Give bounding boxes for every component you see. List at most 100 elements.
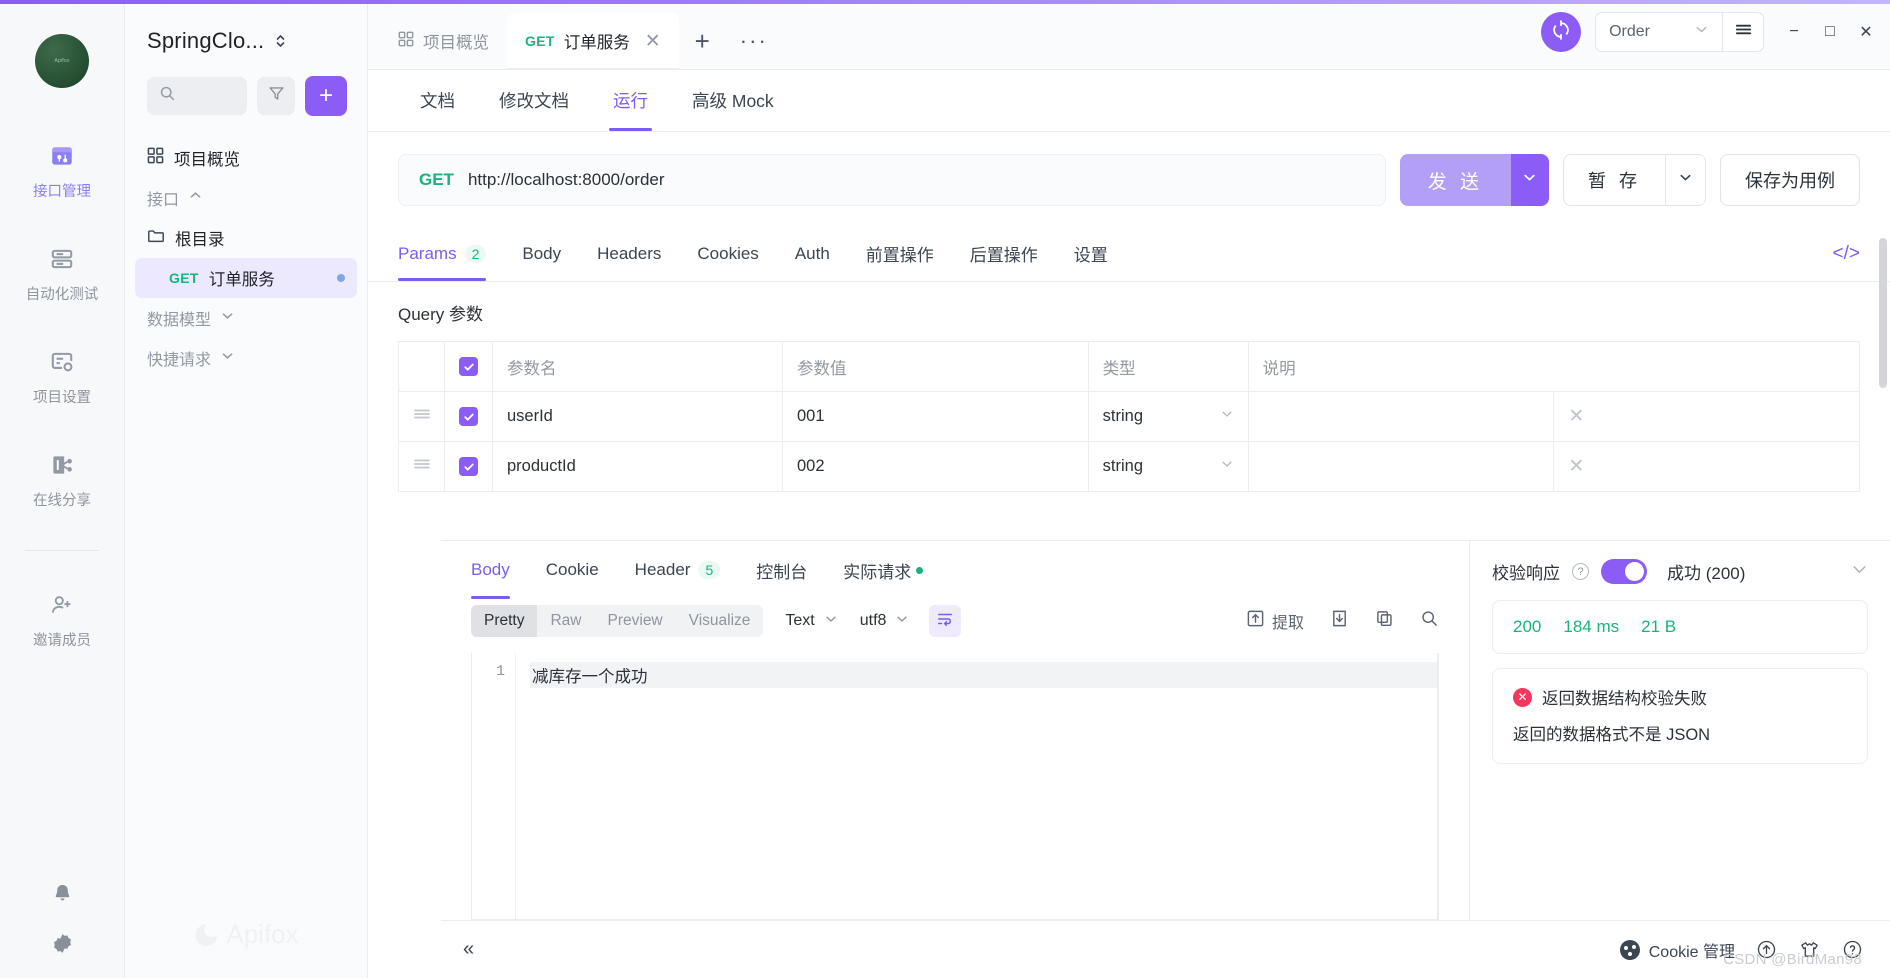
tab-response-cookie[interactable]: Cookie (528, 541, 617, 599)
sidebar-search-row: + (125, 54, 367, 116)
tab-pre-operation[interactable]: 前置操作 (848, 226, 952, 281)
chevron-down-icon (895, 612, 909, 631)
sidebar-item-label: 项目设置 (33, 390, 91, 406)
tab-response-header[interactable]: Header 5 (617, 541, 739, 599)
tab-doc[interactable]: 文档 (398, 70, 477, 131)
sidebar-item-automation-test[interactable]: 自动化测试 (0, 235, 124, 313)
drag-handle-icon[interactable] (413, 458, 431, 475)
environment-menu-button[interactable] (1723, 20, 1763, 44)
vertical-scrollbar[interactable] (1879, 238, 1887, 388)
format-raw[interactable]: Raw (537, 605, 594, 637)
param-desc-input[interactable] (1247, 391, 1555, 442)
table-row: userId 001 string ✕ (398, 391, 1860, 442)
sidebar-item-api-manage[interactable]: 接口管理 (0, 132, 124, 210)
search-button[interactable] (1420, 609, 1439, 633)
gear-icon[interactable] (51, 932, 74, 960)
tab-cookies[interactable]: Cookies (679, 226, 776, 281)
tab-project-overview[interactable]: 项目概览 (380, 13, 507, 69)
download-button[interactable] (1330, 609, 1349, 633)
search-input[interactable] (147, 77, 247, 115)
verify-response-toggle[interactable] (1601, 559, 1647, 584)
workspace-avatar[interactable]: Apifox (35, 34, 89, 88)
delete-row-icon[interactable]: ✕ (1568, 406, 1584, 427)
tree-group-data-models[interactable]: 数据模型 (135, 298, 357, 338)
response-body-editor[interactable]: 1 减库存一个成功 (471, 653, 1439, 920)
chevron-down-icon (1694, 22, 1709, 42)
tab-post-operation[interactable]: 后置操作 (952, 226, 1056, 281)
param-type-select[interactable]: string (1087, 391, 1249, 442)
editor-minimap-divider (1437, 653, 1438, 919)
extract-button[interactable]: 提取 (1246, 609, 1304, 633)
response-size: 21 B (1641, 617, 1677, 636)
drag-handle-icon[interactable] (413, 408, 431, 425)
maximize-button[interactable]: □ (1820, 22, 1840, 42)
tree-item-project-overview[interactable]: 项目概览 (135, 138, 357, 178)
tree-item-order-service[interactable]: GET 订单服务 (135, 258, 357, 298)
code-snippet-icon[interactable]: </> (1833, 243, 1860, 265)
sidebar-item-invite-member[interactable]: 邀请成员 (0, 581, 124, 659)
sidebar-item-online-share[interactable]: 在线分享 (0, 441, 124, 519)
param-type-select[interactable]: string (1087, 441, 1249, 492)
tab-order-service[interactable]: GET 订单服务 ✕ (507, 13, 679, 69)
param-name-input[interactable]: productId (492, 441, 783, 492)
format-preview[interactable]: Preview (595, 605, 676, 637)
environment-select[interactable]: Order (1596, 13, 1722, 51)
delete-row-icon[interactable]: ✕ (1568, 456, 1584, 477)
row-checkbox[interactable] (459, 457, 478, 476)
row-checkbox[interactable] (459, 407, 478, 426)
minimize-button[interactable]: − (1784, 22, 1804, 42)
close-icon[interactable]: ✕ (645, 30, 661, 53)
word-wrap-icon (936, 610, 954, 633)
tree-folder-root[interactable]: 根目录 (135, 218, 357, 258)
tab-run[interactable]: 运行 (591, 70, 670, 131)
tab-body[interactable]: Body (504, 226, 579, 281)
cookie-manage-button[interactable]: Cookie 管理 (1619, 938, 1735, 962)
verify-status-label: 成功 (200) (1667, 564, 1746, 583)
copy-button[interactable] (1375, 609, 1394, 633)
send-button[interactable]: 发 送 (1399, 154, 1511, 206)
param-name-input[interactable]: userId (492, 391, 783, 442)
param-desc-input[interactable] (1247, 441, 1555, 492)
th-param-type: 类型 (1087, 341, 1249, 392)
tab-response-body[interactable]: Body (471, 541, 528, 599)
save-as-case-button[interactable]: 保存为用例 (1720, 154, 1860, 206)
question-icon[interactable]: ? (1572, 563, 1589, 580)
collapse-panel-button[interactable]: « (463, 938, 474, 961)
sidebar-item-label: 自动化测试 (25, 287, 99, 303)
bell-icon[interactable] (51, 882, 74, 910)
delete-param-cell: ✕ (1553, 441, 1860, 492)
tab-actual-request[interactable]: 实际请求 (825, 541, 941, 599)
tab-console[interactable]: 控制台 (738, 541, 825, 599)
save-options-button[interactable] (1665, 155, 1705, 205)
select-all-checkbox[interactable] (459, 357, 478, 376)
tree-group-quick-requests[interactable]: 快捷请求 (135, 338, 357, 378)
chevron-down-icon (1220, 457, 1234, 476)
close-button[interactable]: ✕ (1856, 22, 1876, 42)
tab-label: Params (398, 243, 457, 263)
format-pretty[interactable]: Pretty (471, 605, 538, 637)
tab-advanced-mock[interactable]: 高级 Mock (670, 70, 796, 131)
tree-group-interfaces[interactable]: 接口 (135, 178, 357, 218)
param-value-input[interactable]: 001 (782, 391, 1089, 442)
filter-button[interactable] (257, 77, 295, 115)
tab-more-button[interactable]: ··· (726, 13, 782, 69)
param-value-input[interactable]: 002 (782, 441, 1089, 492)
sync-button[interactable] (1541, 12, 1582, 52)
tab-headers[interactable]: Headers (579, 226, 679, 281)
url-input[interactable]: GET http://localhost:8000/order (398, 154, 1386, 206)
chevron-down-icon[interactable] (1851, 561, 1868, 582)
tab-params[interactable]: Params 2 (398, 226, 504, 281)
content-type-select[interactable]: Text (785, 612, 837, 631)
project-switcher[interactable]: SpringClo... (125, 0, 367, 54)
sidebar-item-project-settings[interactable]: 项目设置 (0, 338, 124, 416)
tab-edit-doc[interactable]: 修改文档 (477, 70, 591, 131)
tab-settings[interactable]: 设置 (1056, 226, 1126, 281)
word-wrap-button[interactable] (929, 605, 962, 637)
add-api-button[interactable]: + (305, 76, 347, 116)
save-draft-button[interactable]: 暂 存 (1564, 155, 1665, 205)
new-tab-button[interactable]: + (679, 13, 726, 69)
tab-auth[interactable]: Auth (777, 226, 848, 281)
charset-select[interactable]: utf8 (860, 612, 910, 631)
send-options-button[interactable] (1510, 154, 1549, 206)
format-visualize[interactable]: Visualize (676, 605, 764, 637)
